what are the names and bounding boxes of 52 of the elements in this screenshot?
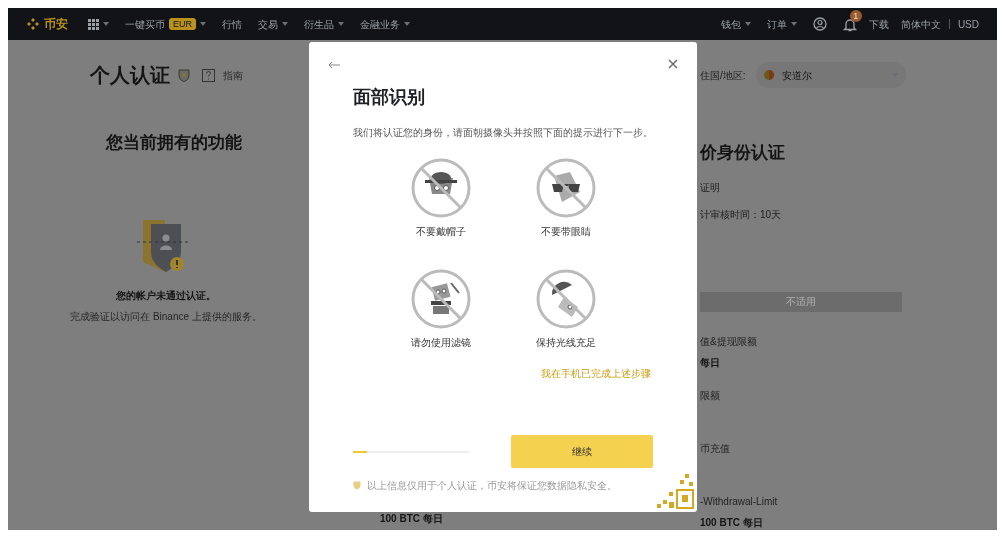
limit-value: 100 BTC 每日 (700, 516, 764, 530)
nav-link[interactable]: 交易 (258, 16, 278, 32)
dialog-intro: 我们将认证您的身份，请面朝摄像头并按照下面的提示进行下一步。 (353, 126, 653, 140)
nav-link[interactable]: 衍生品 (304, 16, 334, 32)
country-dropdown[interactable]: 安道尔 (755, 62, 906, 88)
continue-button[interactable]: 继续 (511, 435, 653, 468)
country-label: 住国/地区: (700, 68, 746, 83)
no-sunglasses-icon (535, 158, 596, 218)
limit-label: -Withdrawal-Limit (700, 495, 779, 509)
privacy-note: 以上信息仅用于个人认证，币安将保证您数据隐私安全。 (367, 479, 617, 493)
limit-value: 100 BTC 每日 (380, 512, 444, 526)
flag-icon (763, 70, 774, 80)
notification-badge: 1 (849, 9, 862, 22)
keep-lighting-icon (535, 269, 596, 329)
limit-label: 值&提现限额 (700, 335, 758, 349)
info-text: 证明 (700, 180, 721, 195)
nav-link[interactable]: 下载 (868, 16, 889, 32)
status-text: 您的帐户未通过认证。 (116, 288, 216, 303)
limit-label: 限额 (700, 389, 721, 403)
caret-icon (103, 22, 109, 26)
brand-name[interactable]: 币安 (44, 15, 68, 33)
page-title: 个人认证 (90, 63, 170, 88)
info-text: 计审核时间：10天 (700, 207, 783, 222)
section-heading: 您当前拥有的功能 (106, 132, 242, 154)
back-arrow-icon[interactable] (328, 61, 340, 69)
tip-label: 不要带眼睛 (540, 225, 591, 239)
tip-label: 请勿使用滤镜 (410, 336, 471, 350)
nav-link[interactable]: 一键买币 (125, 16, 165, 32)
guide-link[interactable]: 指南 (223, 67, 243, 83)
tip-label: 不要戴帽子 (415, 225, 466, 239)
section-heading: 价身份认证 (700, 142, 786, 164)
dialog-title: 面部识别 (353, 86, 426, 109)
user-icon[interactable] (812, 17, 827, 31)
limit-label: 币充值 (700, 442, 731, 456)
tip-label: 保持光线充足 (535, 336, 596, 350)
no-filter-icon (410, 269, 471, 329)
currency-badge: EUR (169, 18, 196, 30)
help-icon[interactable] (202, 68, 215, 82)
grid-menu-icon[interactable] (88, 18, 99, 30)
shield-icon (178, 68, 190, 82)
nav-link[interactable]: 金融业务 (360, 16, 400, 32)
no-hat-icon (410, 158, 471, 218)
close-icon[interactable] (668, 59, 678, 69)
nav-link[interactable]: USD (957, 16, 979, 32)
status-note: 完成验证以访问在 Binance 上提供的服务。 (70, 309, 262, 324)
shield-icon (353, 481, 361, 490)
limit-value: 每日 (700, 356, 721, 370)
logo-icon (26, 17, 40, 31)
nav-link[interactable]: 订单 (766, 16, 787, 32)
nav-link[interactable]: 简体中文 (900, 16, 941, 32)
nav-link[interactable]: 行情 (222, 16, 242, 32)
nav-link[interactable]: 钱包 (720, 16, 741, 32)
